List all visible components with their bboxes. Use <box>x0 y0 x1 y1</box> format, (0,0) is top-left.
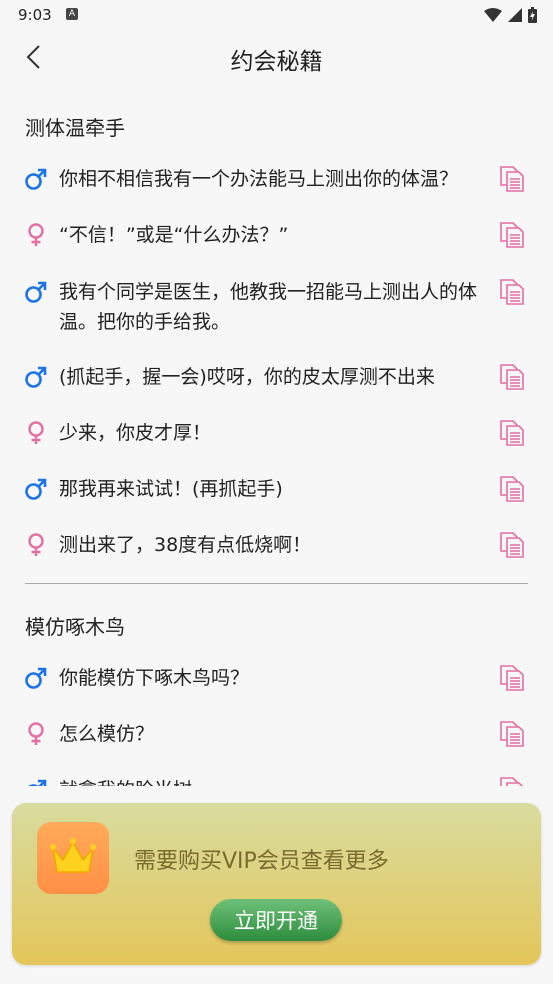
dialogue-text: “不信！”或是“什么办法？” <box>59 224 289 246</box>
page-title: 约会秘籍 <box>230 49 323 75</box>
female-icon <box>28 421 44 444</box>
male-icon <box>25 168 47 190</box>
copy-icon[interactable] <box>498 664 526 692</box>
app-bar: 约会秘籍 <box>0 30 553 86</box>
copy-icon[interactable] <box>498 720 526 748</box>
status-icons <box>484 7 537 23</box>
activate-vip-button[interactable]: 立即开通 <box>210 899 342 941</box>
battery-icon <box>528 7 537 23</box>
dialogue-text: 我有个同学是医生，他教我一招能马上测出人的体温。把你的手给我。 <box>59 281 478 333</box>
status-bar: 9:03 A <box>0 0 553 30</box>
notification-icon: A <box>66 8 78 20</box>
copy-icon[interactable] <box>498 363 526 391</box>
section-title: 测体温牵手 <box>25 116 125 140</box>
dialogue-text: 怎么模仿？ <box>59 723 155 745</box>
dialogue-text: (抓起手，握一会)哎呀，你的皮太厚测不出来 <box>59 366 435 388</box>
male-icon <box>25 366 47 388</box>
female-icon <box>28 223 44 246</box>
copy-icon[interactable] <box>498 419 526 447</box>
dialogue-text: 那我再来试试！(再抓起手) <box>59 478 283 500</box>
female-icon <box>28 722 44 745</box>
dialogue-text: 就拿我的脸当树 <box>59 775 479 786</box>
signal-icon <box>508 8 522 22</box>
male-icon <box>28 779 47 786</box>
copy-icon[interactable] <box>498 531 526 559</box>
status-time: 9:03 <box>18 6 52 24</box>
copy-icon[interactable] <box>498 165 526 193</box>
crown-icon <box>50 838 96 873</box>
male-icon <box>25 478 47 500</box>
vip-badge <box>37 822 109 894</box>
dialogue-text: 少来，你皮才厚！ <box>59 422 212 444</box>
dialogue-text: 你能模仿下啄木鸟吗？ <box>59 667 250 689</box>
section-divider <box>25 583 528 584</box>
copy-icon[interactable] <box>498 475 526 503</box>
copy-icon[interactable] <box>498 221 526 249</box>
content-list[interactable]: 测体温牵手 你相不相信我有一个办法能马上测出你的体温？ “不信！”或是“什么办法… <box>0 86 553 786</box>
vip-upsell-card: 需要购买VIP会员查看更多 立即开通 <box>12 803 541 965</box>
wifi-icon <box>484 8 502 22</box>
vip-message: 需要购买VIP会员查看更多 <box>134 849 389 874</box>
dialogue-text: 你相不相信我有一个办法能马上测出你的体温？ <box>59 168 459 190</box>
female-icon <box>28 533 44 556</box>
copy-icon[interactable] <box>498 278 526 306</box>
male-icon <box>25 667 47 689</box>
dialogue-text: 测出来了，38度有点低烧啊！ <box>59 534 312 556</box>
copy-icon[interactable] <box>498 776 526 786</box>
male-icon <box>25 281 47 303</box>
section-title: 模仿啄木鸟 <box>25 615 125 639</box>
